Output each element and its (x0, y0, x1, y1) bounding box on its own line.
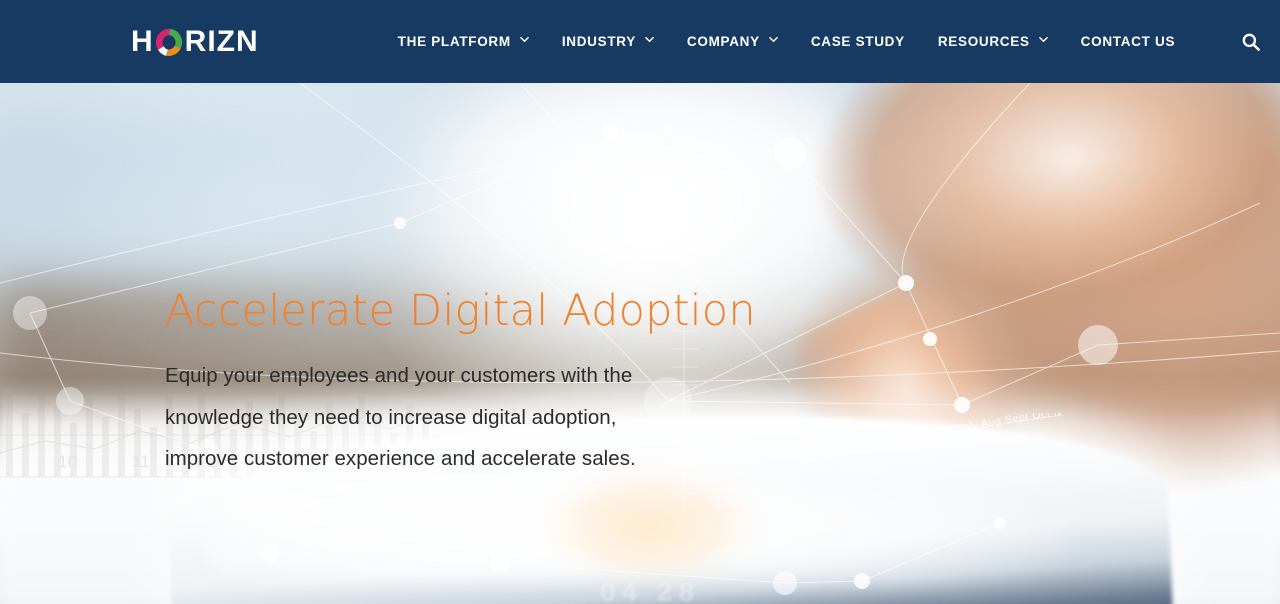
chevron-down-icon[interactable] (519, 35, 529, 44)
nav-label: CONTACT US (1080, 34, 1176, 49)
nav-item-the-platform[interactable]: THE PLATFORM (398, 34, 529, 49)
chevron-down-icon[interactable] (769, 35, 778, 44)
nav-label: CASE STUDY (810, 34, 905, 49)
nav-item-industry[interactable]: INDUSTRY (562, 34, 654, 49)
svg-text:Jan Feb March April May June J: Jan Feb March April May June July Aug Se… (795, 413, 1063, 467)
site-header: H RIZN THE PLATFORM INDUSTRY COMPANY CAS… (0, 0, 1280, 83)
hero-subtitle: Equip your employees and your customers … (165, 355, 785, 479)
main-navigation: THE PLATFORM INDUSTRY COMPANY CASE STUDY (398, 0, 1263, 83)
nav-item-case-study[interactable]: CASE STUDY (811, 34, 905, 49)
nav-item-resources[interactable]: RESOURCES (938, 34, 1048, 49)
logo[interactable]: H RIZN (131, 22, 259, 62)
hero-subtitle-line-1: Equip your employees and your customers … (165, 364, 633, 388)
hero-copy: Accelerate Digital Adoption Equip your e… (165, 286, 785, 479)
month-axis-labels: Jan Feb March April May June July Aug Se… (795, 413, 1065, 473)
nav-item-contact-us[interactable]: CONTACT US (1081, 34, 1176, 49)
hero-title: Accelerate Digital Adoption (165, 286, 756, 336)
hero-subtitle-line-2: knowledge they need to increase digital … (165, 405, 617, 429)
horizn-ring-icon (155, 28, 184, 57)
logo-text-part2: RIZN (184, 24, 259, 58)
nav-label: RESOURCES (937, 34, 1030, 49)
hero-section: 10 11 12 13 14 15 04 28 (0, 83, 1280, 604)
page-root: H RIZN THE PLATFORM INDUSTRY COMPANY CAS… (0, 0, 1280, 604)
chevron-down-icon[interactable] (1038, 35, 1048, 44)
nav-label: INDUSTRY (561, 34, 636, 49)
nav-item-company[interactable]: COMPANY (687, 34, 778, 49)
search-icon[interactable] (1240, 31, 1262, 53)
logo-wordmark: H RIZN (131, 24, 259, 58)
logo-text-part1: H (131, 24, 154, 58)
chevron-down-icon[interactable] (645, 35, 654, 44)
hero-subtitle-line-3: improve customer experience and accelera… (165, 446, 636, 470)
nav-label: COMPANY (686, 34, 760, 49)
nav-label: THE PLATFORM (397, 34, 511, 49)
